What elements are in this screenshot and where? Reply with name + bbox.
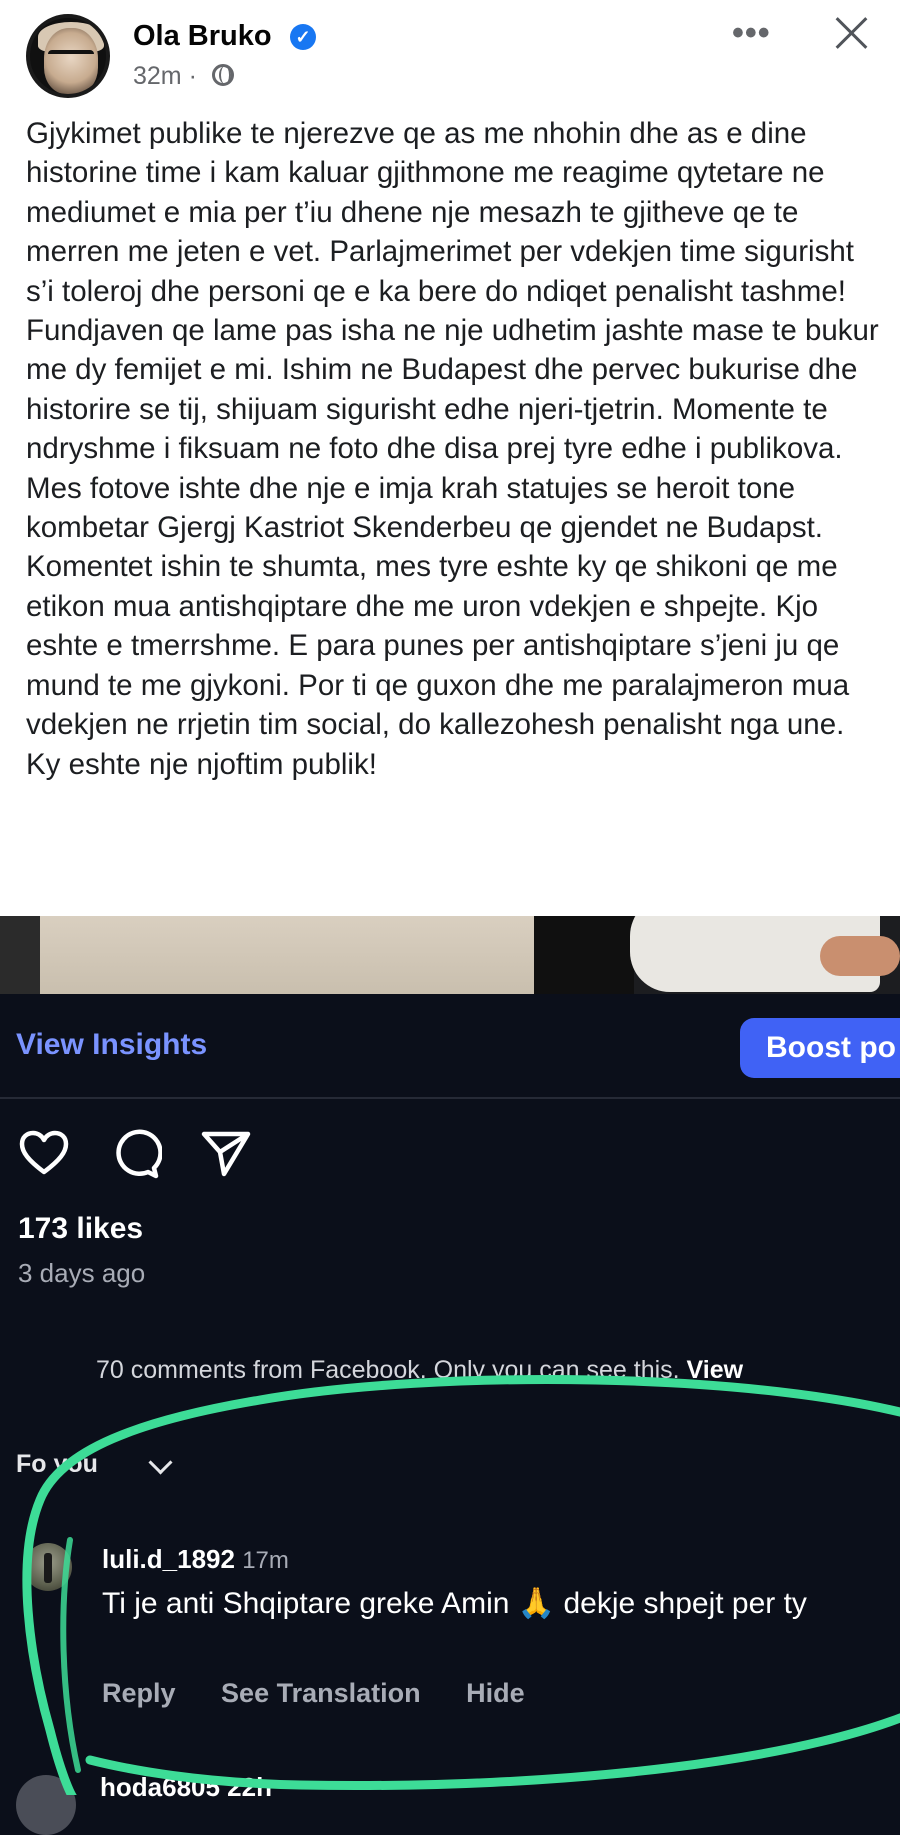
see-translation-button[interactable]: See Translation bbox=[221, 1678, 421, 1708]
next-commenter-username[interactable]: hoda6805 22h bbox=[100, 1772, 272, 1803]
comment-header: luli.d_1892 17m bbox=[102, 1544, 289, 1575]
post-age: 3 days ago bbox=[18, 1258, 146, 1288]
facebook-comments-notice: 70 comments from Facebook. Only you can … bbox=[96, 1356, 743, 1385]
comment-actions: Reply See Translation Hide bbox=[102, 1678, 563, 1709]
commenter-avatar[interactable] bbox=[24, 1543, 72, 1591]
verified-badge-icon: ✓ bbox=[290, 24, 316, 50]
close-icon[interactable] bbox=[828, 10, 874, 56]
globe-icon bbox=[212, 64, 234, 86]
post-photo-strip bbox=[0, 916, 900, 994]
send-icon[interactable] bbox=[200, 1128, 252, 1180]
view-facebook-comments-link[interactable]: View bbox=[687, 1356, 744, 1384]
hide-button[interactable]: Hide bbox=[466, 1678, 525, 1708]
post-body-text: Gjykimet publike te njerezve qe as me nh… bbox=[26, 117, 879, 781]
next-commenter-avatar[interactable] bbox=[16, 1775, 76, 1835]
post-time: 32m · bbox=[133, 62, 197, 90]
divider bbox=[0, 1097, 900, 1099]
reply-button[interactable]: Reply bbox=[102, 1678, 176, 1708]
likes-count[interactable]: 173 likes bbox=[18, 1212, 143, 1246]
more-options-icon[interactable]: ••• bbox=[732, 14, 771, 53]
heart-icon[interactable] bbox=[18, 1128, 70, 1180]
comment-filter-label[interactable]: Fo you bbox=[16, 1450, 98, 1479]
commenter-username[interactable]: luli.d_1892 bbox=[102, 1544, 235, 1574]
author-avatar[interactable] bbox=[26, 14, 110, 98]
comment-time: 17m bbox=[242, 1547, 289, 1574]
author-name[interactable]: Ola Bruko bbox=[133, 20, 272, 53]
chevron-down-icon[interactable] bbox=[148, 1450, 173, 1475]
view-insights-link[interactable]: View Insights bbox=[16, 1028, 207, 1062]
comment-icon[interactable] bbox=[110, 1128, 162, 1180]
boost-post-button[interactable]: Boost po bbox=[740, 1018, 900, 1078]
facebook-post: Ola Bruko ✓ 32m · ••• Gjykimet publike t… bbox=[0, 0, 900, 916]
facebook-comments-text: 70 comments from Facebook. Only you can … bbox=[96, 1356, 687, 1384]
post-header: Ola Bruko ✓ 32m · ••• bbox=[0, 0, 900, 110]
comment-text: Ti je anti Shqiptare greke Amin 🙏 dekje … bbox=[102, 1587, 807, 1620]
